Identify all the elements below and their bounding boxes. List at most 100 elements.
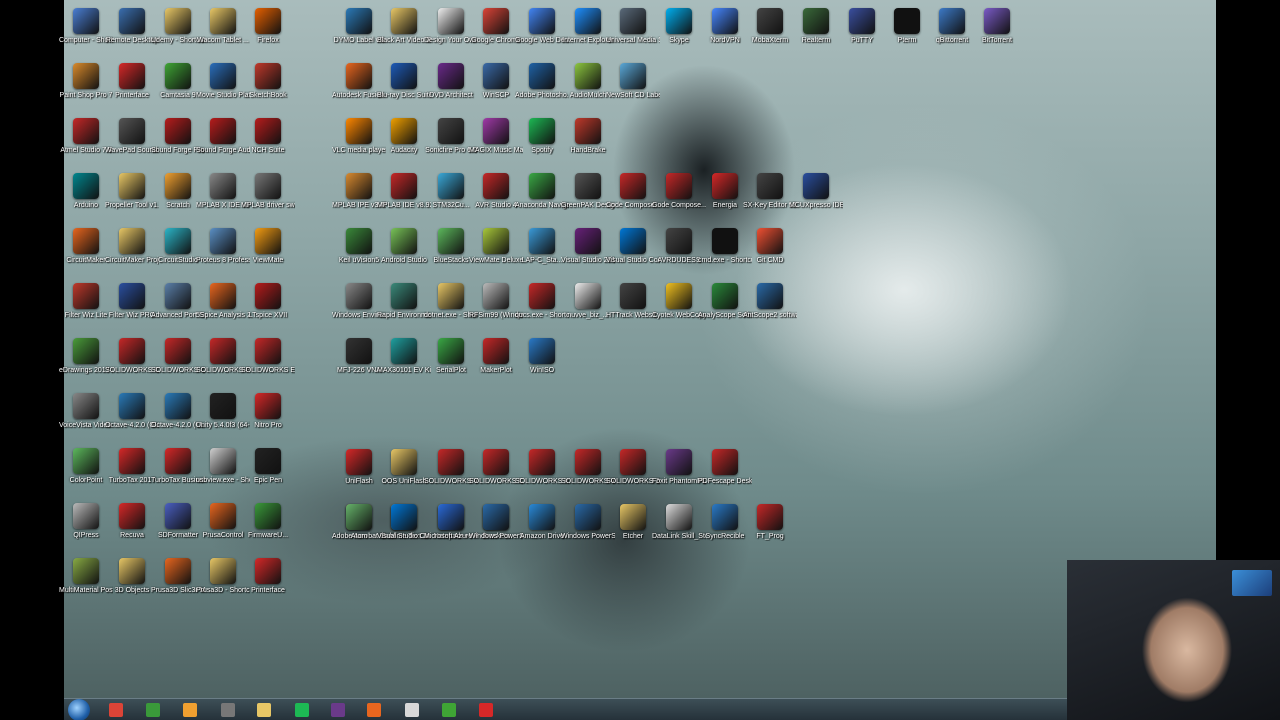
desktop-icon[interactable]: Autodesk Fusion 360 [332,59,386,100]
desktop-icon[interactable]: Octave-4.2.0 (GUI) [105,389,159,430]
desktop-icon[interactable]: Cyotek WebCopy [652,279,706,320]
desktop-icon[interactable]: Filter Wiz Lite [63,279,109,320]
desktop-icon[interactable]: qucs.exe - Shortcut [515,279,569,320]
desktop-icon[interactable]: Paint Shop Pro 7 [60,59,112,100]
desktop-icon[interactable]: Nitro Pro [245,389,291,430]
desktop-icon[interactable]: PDFescape Desktop [698,445,752,486]
desktop-icon[interactable]: SOLIDWORKS PCB 2017 [196,334,250,375]
desktop-icon[interactable]: Propeller Tool v1.3.2 [105,169,159,210]
desktop-icon[interactable]: Anaconda Navigator [515,169,569,210]
desktop-icon[interactable]: cmd.exe - Shortcut [698,224,752,265]
desktop-icon[interactable]: 5Spice Analysis 2.0 [196,279,250,320]
start-button[interactable] [68,699,90,720]
desktop-icon[interactable]: Pterm [884,4,930,45]
desktop-icon[interactable]: SOLIDWORKS Explorer 2017 [241,334,295,375]
desktop-icon[interactable]: FirmwareU... [245,499,291,540]
desktop-icon[interactable]: MakerPlot [473,334,519,375]
desktop-icon[interactable]: VoiceVista Video Pro [59,389,113,430]
desktop-icon[interactable]: Atom [336,500,382,541]
desktop-icon[interactable]: MAGIX Music Maker [469,114,523,155]
desktop-icon[interactable]: Filter Wiz PRO [109,279,155,320]
desktop-icon[interactable]: MPLAB IPE v3.45 [332,169,386,210]
desktop-icon[interactable]: Prusa3D - Shortcut [196,554,250,595]
desktop-icon[interactable]: Atmel Studio 7.0 [60,114,112,155]
desktop-icon[interactable]: Adobe Photosho... [515,59,569,100]
desktop-icon[interactable]: MFJ-226 VNA [336,334,382,375]
desktop-icon[interactable]: Windows PowerShell [561,500,615,541]
desktop-icon[interactable]: Skype [656,4,702,45]
desktop-icon[interactable]: Recuva [109,499,155,540]
desktop-icon[interactable]: dotnet.exe - Shortcut [424,279,478,320]
desktop-icon[interactable]: Sonicfire Pro 6.0 [425,114,477,155]
desktop-icon[interactable]: Gode Compose... [652,169,706,210]
desktop-icon[interactable]: Keil uVision5 [336,224,382,265]
taskbar-item-spotify[interactable] [288,701,316,719]
desktop-icon[interactable]: AVRDUDESS [656,224,702,265]
desktop-icon[interactable]: SyncRecible [702,500,748,541]
desktop-icon[interactable]: CircuitMaker Projects [105,224,159,265]
desktop-icon[interactable]: SOLIDWORKS Composer... [151,334,205,375]
desktop-icon[interactable]: Movie Studio Platinum 14.0 [196,59,250,100]
desktop-icon[interactable]: Advanced Port Scanner [151,279,205,320]
desktop-icon[interactable]: CircuitMaker [63,224,109,265]
desktop-icon[interactable]: RFSim99 (Windows ... [469,279,523,320]
desktop-icon[interactable]: Code Compose... [606,169,660,210]
desktop-icon[interactable]: MPLAB IDE v8.92 [377,169,431,210]
desktop-icon[interactable]: AVR Studio 4 [473,169,519,210]
desktop-icon[interactable]: Windows Environme... [332,279,386,320]
desktop-icon[interactable]: NewSoft CD Labeler [606,59,660,100]
desktop-icon[interactable]: MPLAB driver switcher [241,169,295,210]
desktop-icon[interactable]: Git CMD [747,224,793,265]
desktop-icon[interactable]: HTTrack Websit... [606,279,660,320]
desktop-icon[interactable]: Wacom Tablet ... [197,4,249,45]
desktop-icon[interactable]: SOLIDWORKS Visualize Bo... [561,445,615,486]
desktop-icon[interactable]: Realterm [793,4,839,45]
desktop-icon[interactable]: Google Web Designer [515,4,569,45]
desktop-icon[interactable]: NCH Suite [245,114,291,155]
desktop-icon[interactable]: Windows PowerSh... [469,500,523,541]
taskbar-item-foxit[interactable] [324,701,352,719]
taskbar-item-chrome[interactable] [102,701,130,719]
desktop-icon[interactable]: DVD Architect [428,59,474,100]
desktop-icon[interactable]: Visual Studio 2015 [561,224,615,265]
desktop-icon[interactable]: Printerface [109,59,155,100]
desktop-icon[interactable]: AudioMulch [565,59,611,100]
desktop-icon[interactable]: QIPress [63,499,109,540]
taskbar-item-file-explorer[interactable] [250,701,278,719]
desktop-icon[interactable]: Computer - Shortcut [59,4,113,45]
desktop-icon[interactable]: LAP-C_Sta... [519,224,565,265]
desktop-icon[interactable]: Visual Studio Code [606,224,660,265]
desktop-icon[interactable]: AntScope2 software [743,279,797,320]
desktop-icon[interactable]: qBittorrent [929,4,975,45]
desktop-icon[interactable]: nuvve_biz_... [565,279,611,320]
desktop-icon[interactable]: SDFormatter [155,499,201,540]
desktop-icon[interactable]: BitTorrent [974,4,1020,45]
desktop-icon[interactable]: MAX30101 EV Kit Software [377,334,431,375]
desktop-icon[interactable]: Scratch [155,169,201,210]
desktop-icon[interactable]: VLC media player [332,114,386,155]
desktop-icon[interactable]: Visual Studio Code [377,500,431,541]
desktop-icon[interactable]: ColorPoint [63,444,109,485]
desktop-icon[interactable]: Arduino [63,169,109,210]
desktop-icon[interactable]: OOS UniFlash [381,445,427,486]
desktop-icon[interactable]: GreenPAK Designe... [561,169,615,210]
desktop-icon[interactable]: Udemy - Shortcut [151,4,205,45]
desktop-icon[interactable]: SketchBook [245,59,291,100]
desktop-icon[interactable]: Rapid Environme... [377,279,431,320]
desktop-icon[interactable]: PuTTY [839,4,885,45]
desktop-icon[interactable]: HandBrake [565,114,611,155]
desktop-icon[interactable]: Audacity [381,114,427,155]
desktop-icon[interactable]: Remote Desktop [106,4,158,45]
desktop-icon[interactable]: Amazon Drive [519,500,565,541]
desktop-icon[interactable]: DataLink Skill_Sto... [652,500,706,541]
desktop-icon[interactable]: Internet Explorer [562,4,614,45]
desktop-icon[interactable]: Epic Pen [245,444,291,485]
desktop-icon[interactable]: SOLIDWORKS Inspection... [515,445,569,486]
taskbar-item-excel[interactable] [139,701,167,719]
taskbar-item-sublime-text[interactable] [176,701,204,719]
desktop-icon[interactable]: usbview.exe - Shortcut [196,444,250,485]
desktop-icon[interactable]: Spotify [519,114,565,155]
taskbar-item-circuitmaker[interactable] [360,701,388,719]
desktop-icon[interactable]: Etcher [610,500,656,541]
desktop-icon[interactable]: DYMO Label v.8 [334,4,384,45]
